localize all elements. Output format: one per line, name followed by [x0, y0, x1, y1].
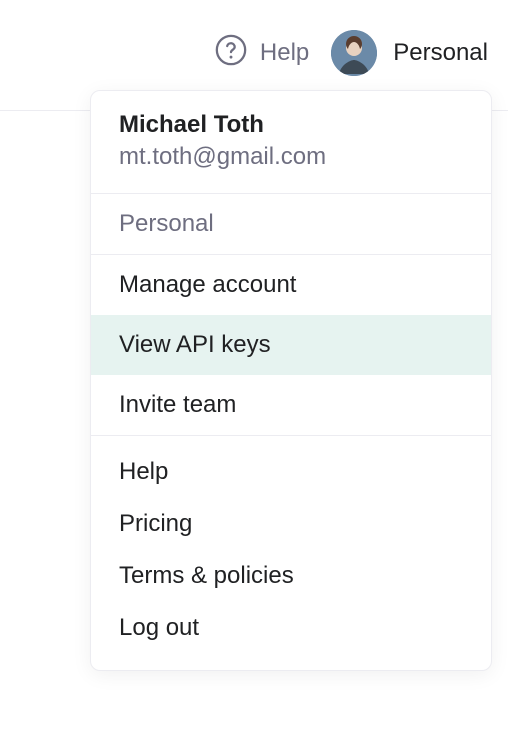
workspace-label: Personal [91, 194, 491, 254]
menu-log-out[interactable]: Log out [91, 602, 491, 654]
help-icon [214, 33, 248, 74]
menu-view-api-keys[interactable]: View API keys [91, 315, 491, 375]
user-email: mt.toth@gmail.com [119, 143, 463, 171]
menu-terms[interactable]: Terms & policies [91, 550, 491, 602]
account-menu-button[interactable]: Personal [331, 30, 488, 76]
page-root: Help Personal Michael Toth mt.toth@gmail… [0, 0, 508, 730]
account-label: Personal [393, 39, 488, 67]
help-label: Help [260, 39, 309, 67]
menu-help[interactable]: Help [91, 446, 491, 498]
avatar [331, 30, 377, 76]
dropdown-header: Michael Toth mt.toth@gmail.com [91, 91, 491, 193]
menu-manage-account[interactable]: Manage account [91, 255, 491, 315]
user-name: Michael Toth [119, 111, 463, 139]
account-dropdown: Michael Toth mt.toth@gmail.com Personal … [90, 90, 492, 671]
menu-pricing[interactable]: Pricing [91, 498, 491, 550]
menu-invite-team[interactable]: Invite team [91, 375, 491, 435]
dropdown-lower-section: Help Pricing Terms & policies Log out [91, 436, 491, 670]
help-button[interactable]: Help [214, 33, 309, 74]
